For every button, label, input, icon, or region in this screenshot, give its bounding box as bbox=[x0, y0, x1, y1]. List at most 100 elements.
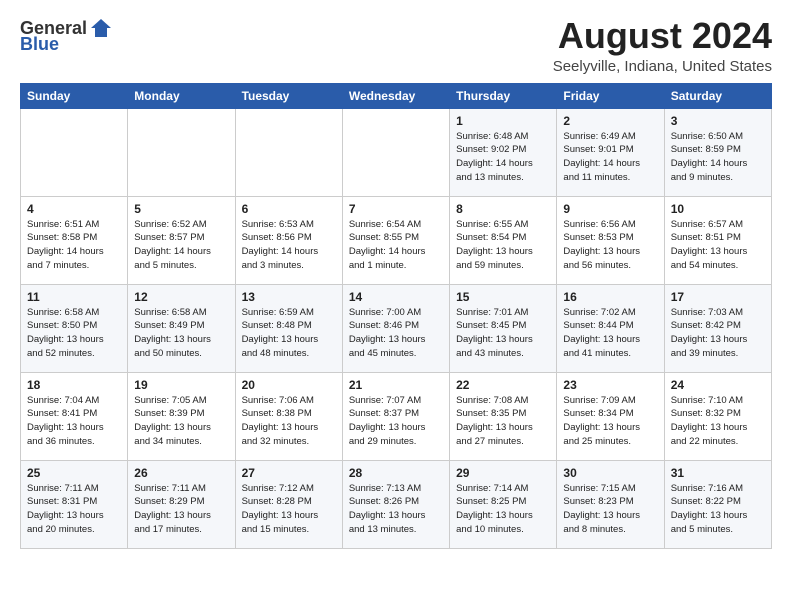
location-text: Seelyville, Indiana, United States bbox=[553, 58, 772, 75]
calendar-cell: 22 Sunrise: 7:08 AM Sunset: 8:35 PM Dayli… bbox=[450, 372, 557, 460]
day-number: 17 bbox=[671, 290, 765, 304]
day-number: 20 bbox=[242, 378, 336, 392]
calendar-cell: 19 Sunrise: 7:05 AM Sunset: 8:39 PM Dayli… bbox=[128, 372, 235, 460]
day-detail: Sunrise: 7:14 AM Sunset: 8:25 PM Dayligh… bbox=[456, 482, 550, 537]
calendar-cell: 7Sunrise: 6:54 AM Sunset: 8:55 PM Daylig… bbox=[342, 196, 449, 284]
calendar-cell: 9 Sunrise: 6:56 AM Sunset: 8:53 PM Daylig… bbox=[557, 196, 664, 284]
calendar-cell: 31 Sunrise: 7:16 AM Sunset: 8:22 PM Dayli… bbox=[664, 460, 771, 548]
day-detail: Sunrise: 7:11 AM Sunset: 8:29 PM Dayligh… bbox=[134, 482, 228, 537]
day-detail: Sunrise: 6:55 AM Sunset: 8:54 PM Dayligh… bbox=[456, 218, 550, 273]
day-number: 22 bbox=[456, 378, 550, 392]
day-detail: Sunrise: 6:50 AM Sunset: 8:59 PM Dayligh… bbox=[671, 130, 765, 185]
calendar-cell: 21 Sunrise: 7:07 AM Sunset: 8:37 PM Dayli… bbox=[342, 372, 449, 460]
day-number: 30 bbox=[563, 466, 657, 480]
day-number: 18 bbox=[27, 378, 121, 392]
calendar-cell: 24 Sunrise: 7:10 AM Sunset: 8:32 PM Dayli… bbox=[664, 372, 771, 460]
page-header: General Blue August 2024 Seelyville, Ind… bbox=[20, 16, 772, 75]
calendar-week-row: 25Sunrise: 7:11 AM Sunset: 8:31 PM Dayli… bbox=[21, 460, 772, 548]
calendar-cell: 25Sunrise: 7:11 AM Sunset: 8:31 PM Dayli… bbox=[21, 460, 128, 548]
calendar-cell: 10 Sunrise: 6:57 AM Sunset: 8:51 PM Dayli… bbox=[664, 196, 771, 284]
day-number: 9 bbox=[563, 202, 657, 216]
calendar-cell: 11Sunrise: 6:58 AM Sunset: 8:50 PM Dayli… bbox=[21, 284, 128, 372]
calendar-cell: 5 Sunrise: 6:52 AM Sunset: 8:57 PM Daylig… bbox=[128, 196, 235, 284]
col-header-wednesday: Wednesday bbox=[342, 83, 449, 108]
day-detail: Sunrise: 6:53 AM Sunset: 8:56 PM Dayligh… bbox=[242, 218, 336, 273]
day-number: 27 bbox=[242, 466, 336, 480]
day-detail: Sunrise: 7:13 AM Sunset: 8:26 PM Dayligh… bbox=[349, 482, 443, 537]
day-detail: Sunrise: 7:02 AM Sunset: 8:44 PM Dayligh… bbox=[563, 306, 657, 361]
day-detail: Sunrise: 7:00 AM Sunset: 8:46 PM Dayligh… bbox=[349, 306, 443, 361]
day-detail: Sunrise: 7:15 AM Sunset: 8:23 PM Dayligh… bbox=[563, 482, 657, 537]
calendar-week-row: 4 Sunrise: 6:51 AM Sunset: 8:58 PM Daylig… bbox=[21, 196, 772, 284]
calendar-cell: 23 Sunrise: 7:09 AM Sunset: 8:34 PM Dayli… bbox=[557, 372, 664, 460]
calendar-cell: 4 Sunrise: 6:51 AM Sunset: 8:58 PM Daylig… bbox=[21, 196, 128, 284]
day-detail: Sunrise: 7:09 AM Sunset: 8:34 PM Dayligh… bbox=[563, 394, 657, 449]
day-number: 12 bbox=[134, 290, 228, 304]
col-header-thursday: Thursday bbox=[450, 83, 557, 108]
calendar-cell: 28 Sunrise: 7:13 AM Sunset: 8:26 PM Dayli… bbox=[342, 460, 449, 548]
day-detail: Sunrise: 7:12 AM Sunset: 8:28 PM Dayligh… bbox=[242, 482, 336, 537]
day-number: 29 bbox=[456, 466, 550, 480]
day-number: 25 bbox=[27, 466, 121, 480]
calendar-cell: 18 Sunrise: 7:04 AM Sunset: 8:41 PM Dayli… bbox=[21, 372, 128, 460]
calendar-cell: 16 Sunrise: 7:02 AM Sunset: 8:44 PM Dayli… bbox=[557, 284, 664, 372]
day-number: 23 bbox=[563, 378, 657, 392]
day-detail: Sunrise: 6:57 AM Sunset: 8:51 PM Dayligh… bbox=[671, 218, 765, 273]
calendar-cell: 27 Sunrise: 7:12 AM Sunset: 8:28 PM Dayli… bbox=[235, 460, 342, 548]
calendar-body: 1Sunrise: 6:48 AM Sunset: 9:02 PM Daylig… bbox=[21, 108, 772, 548]
day-detail: Sunrise: 7:05 AM Sunset: 8:39 PM Dayligh… bbox=[134, 394, 228, 449]
calendar-week-row: 11Sunrise: 6:58 AM Sunset: 8:50 PM Dayli… bbox=[21, 284, 772, 372]
day-number: 31 bbox=[671, 466, 765, 480]
day-number: 28 bbox=[349, 466, 443, 480]
calendar-cell: 2 Sunrise: 6:49 AM Sunset: 9:01 PM Daylig… bbox=[557, 108, 664, 196]
day-number: 10 bbox=[671, 202, 765, 216]
calendar-table: SundayMondayTuesdayWednesdayThursdayFrid… bbox=[20, 83, 772, 549]
day-number: 21 bbox=[349, 378, 443, 392]
calendar-cell: 17 Sunrise: 7:03 AM Sunset: 8:42 PM Dayli… bbox=[664, 284, 771, 372]
logo-icon bbox=[89, 16, 113, 40]
day-number: 4 bbox=[27, 202, 121, 216]
calendar-cell: 26 Sunrise: 7:11 AM Sunset: 8:29 PM Dayli… bbox=[128, 460, 235, 548]
day-number: 24 bbox=[671, 378, 765, 392]
calendar-cell bbox=[21, 108, 128, 196]
day-detail: Sunrise: 7:07 AM Sunset: 8:37 PM Dayligh… bbox=[349, 394, 443, 449]
calendar-cell: 29 Sunrise: 7:14 AM Sunset: 8:25 PM Dayli… bbox=[450, 460, 557, 548]
day-detail: Sunrise: 6:56 AM Sunset: 8:53 PM Dayligh… bbox=[563, 218, 657, 273]
day-detail: Sunrise: 7:03 AM Sunset: 8:42 PM Dayligh… bbox=[671, 306, 765, 361]
day-detail: Sunrise: 7:10 AM Sunset: 8:32 PM Dayligh… bbox=[671, 394, 765, 449]
day-detail: Sunrise: 7:16 AM Sunset: 8:22 PM Dayligh… bbox=[671, 482, 765, 537]
calendar-cell bbox=[342, 108, 449, 196]
day-number: 19 bbox=[134, 378, 228, 392]
calendar-cell: 30 Sunrise: 7:15 AM Sunset: 8:23 PM Dayli… bbox=[557, 460, 664, 548]
day-detail: Sunrise: 7:08 AM Sunset: 8:35 PM Dayligh… bbox=[456, 394, 550, 449]
calendar-header-row: SundayMondayTuesdayWednesdayThursdayFrid… bbox=[21, 83, 772, 108]
col-header-friday: Friday bbox=[557, 83, 664, 108]
day-detail: Sunrise: 6:51 AM Sunset: 8:58 PM Dayligh… bbox=[27, 218, 121, 273]
calendar-cell: 15Sunrise: 7:01 AM Sunset: 8:45 PM Dayli… bbox=[450, 284, 557, 372]
calendar-cell: 14Sunrise: 7:00 AM Sunset: 8:46 PM Dayli… bbox=[342, 284, 449, 372]
day-number: 8 bbox=[456, 202, 550, 216]
calendar-cell: 12 Sunrise: 6:58 AM Sunset: 8:49 PM Dayli… bbox=[128, 284, 235, 372]
day-detail: Sunrise: 7:01 AM Sunset: 8:45 PM Dayligh… bbox=[456, 306, 550, 361]
col-header-monday: Monday bbox=[128, 83, 235, 108]
title-block: August 2024 Seelyville, Indiana, United … bbox=[553, 16, 772, 75]
logo-blue-text: Blue bbox=[20, 34, 59, 55]
day-detail: Sunrise: 6:49 AM Sunset: 9:01 PM Dayligh… bbox=[563, 130, 657, 185]
calendar-cell: 20 Sunrise: 7:06 AM Sunset: 8:38 PM Dayli… bbox=[235, 372, 342, 460]
day-number: 3 bbox=[671, 114, 765, 128]
day-number: 1 bbox=[456, 114, 550, 128]
day-detail: Sunrise: 7:04 AM Sunset: 8:41 PM Dayligh… bbox=[27, 394, 121, 449]
day-detail: Sunrise: 7:06 AM Sunset: 8:38 PM Dayligh… bbox=[242, 394, 336, 449]
day-number: 6 bbox=[242, 202, 336, 216]
calendar-cell bbox=[128, 108, 235, 196]
day-number: 16 bbox=[563, 290, 657, 304]
day-number: 26 bbox=[134, 466, 228, 480]
day-detail: Sunrise: 6:52 AM Sunset: 8:57 PM Dayligh… bbox=[134, 218, 228, 273]
month-title: August 2024 bbox=[553, 16, 772, 56]
calendar-week-row: 18 Sunrise: 7:04 AM Sunset: 8:41 PM Dayli… bbox=[21, 372, 772, 460]
calendar-cell: 6 Sunrise: 6:53 AM Sunset: 8:56 PM Daylig… bbox=[235, 196, 342, 284]
calendar-cell: 13Sunrise: 6:59 AM Sunset: 8:48 PM Dayli… bbox=[235, 284, 342, 372]
day-number: 5 bbox=[134, 202, 228, 216]
day-number: 2 bbox=[563, 114, 657, 128]
day-detail: Sunrise: 6:58 AM Sunset: 8:49 PM Dayligh… bbox=[134, 306, 228, 361]
